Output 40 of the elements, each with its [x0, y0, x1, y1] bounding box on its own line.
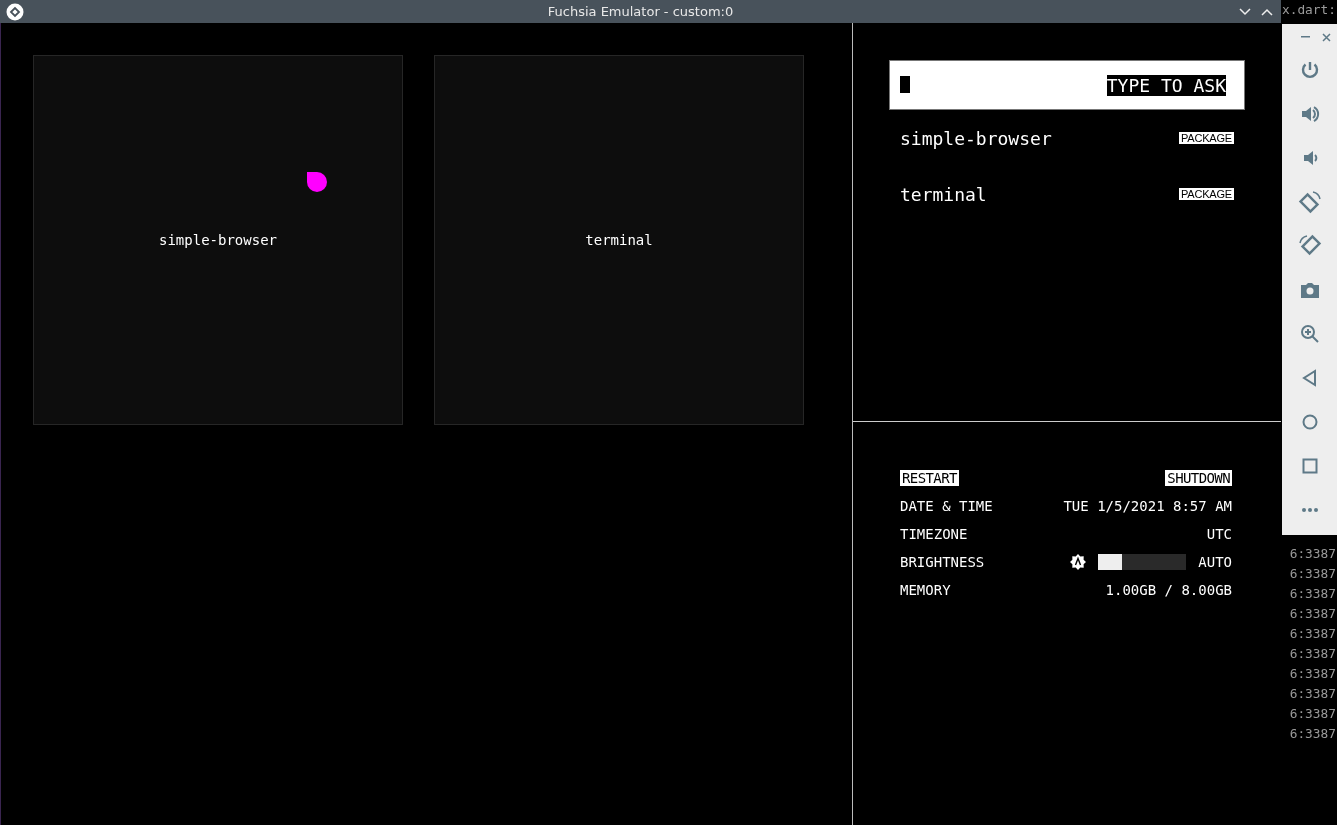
terminal-line: 6:3387 — [1288, 585, 1336, 603]
setting-value: TUE 1/5/2021 8:57 AM — [1063, 498, 1232, 514]
text-cursor — [900, 76, 910, 93]
tile-label: simple-browser — [159, 232, 277, 248]
terminal-line: 6:3387 — [1288, 565, 1336, 583]
tile-label: terminal — [585, 232, 653, 248]
close-icon[interactable] — [1322, 32, 1331, 42]
type-tag: PACKAGE — [1179, 188, 1234, 200]
setting-label: MEMORY — [900, 582, 951, 598]
terminal-line: 6:3387 — [1288, 625, 1336, 643]
terminal-line: 6:3387 — [1288, 685, 1336, 703]
setting-value: UTC — [1206, 526, 1232, 542]
terminal-line: 6:3387 — [1288, 705, 1336, 723]
suggestion-item[interactable]: simple-browser — [900, 127, 1052, 149]
setting-value: 1.00GB / 8.00GB — [1105, 582, 1232, 598]
power-action-button[interactable]: SHUTDOWN — [1165, 470, 1232, 486]
suggestion-item[interactable]: terminal — [900, 183, 987, 205]
ask-field[interactable]: TYPE TO ASK — [889, 60, 1245, 110]
brightness-slider[interactable] — [1098, 554, 1187, 570]
setting-value: AUTO — [1198, 554, 1232, 570]
setting-label: TIMEZONE — [900, 526, 968, 542]
terminal-line: 6:3387 — [1288, 645, 1336, 663]
rotate-right-icon[interactable] — [1297, 190, 1322, 214]
rotate-left-icon[interactable] — [1297, 234, 1322, 258]
chevron-up-icon[interactable] — [1261, 7, 1273, 16]
chevron-down-icon[interactable] — [1239, 7, 1251, 16]
terminal-line: 6:3387 — [1288, 605, 1336, 623]
terminal-line: 6:3387 — [1288, 725, 1336, 743]
window-title: Fuchsia Emulator - custom:0 — [547, 4, 734, 19]
terminal-line: x.dart: — [1282, 1, 1336, 19]
app-tile[interactable]: terminal — [434, 55, 804, 425]
setting-label: DATE & TIME — [900, 498, 993, 514]
auto-brightness-icon — [1070, 554, 1087, 570]
minimize-icon[interactable] — [1301, 36, 1310, 38]
setting-label: BRIGHTNESS — [900, 554, 985, 570]
type-tag: PACKAGE — [1179, 132, 1234, 144]
app-tile[interactable]: simple-browser — [33, 55, 403, 425]
terminal-line: 6:3387 — [1288, 665, 1336, 683]
terminal-line: 6:3387 — [1288, 545, 1336, 563]
power-action-button[interactable]: RESTART — [900, 470, 959, 486]
